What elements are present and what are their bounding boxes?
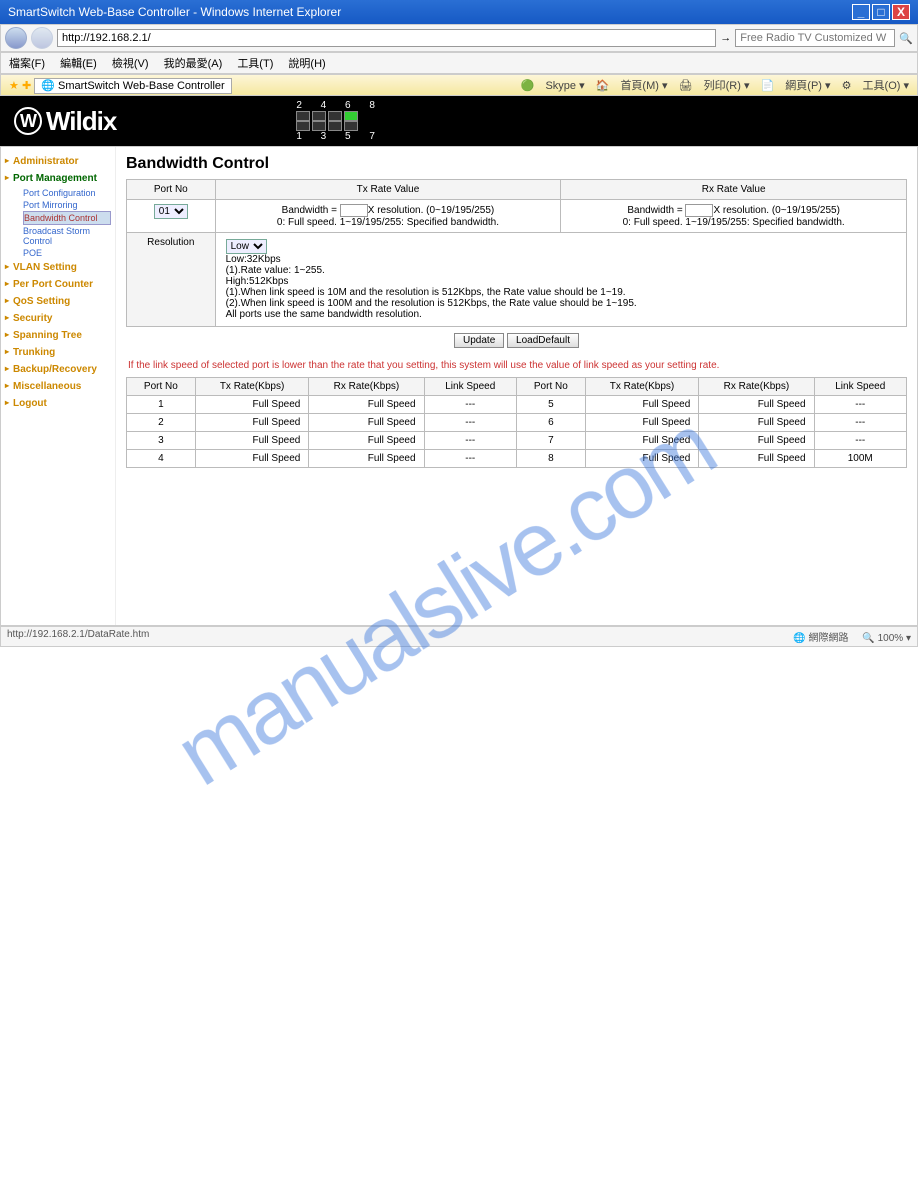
back-button[interactable] bbox=[5, 27, 27, 49]
forward-button[interactable] bbox=[31, 27, 53, 49]
page-button[interactable]: 📄 網頁(P) ▾ bbox=[761, 80, 831, 92]
logo: WWildix bbox=[14, 106, 116, 137]
th-port: Port No bbox=[127, 180, 216, 200]
menu-help[interactable]: 說明(H) bbox=[288, 58, 325, 70]
menu-edit[interactable]: 編輯(E) bbox=[60, 58, 97, 70]
page-title: Bandwidth Control bbox=[126, 155, 907, 173]
minimize-button[interactable]: _ bbox=[852, 4, 870, 20]
menu-tools[interactable]: 工具(T) bbox=[237, 58, 273, 70]
th-rx: Rx Rate Value bbox=[561, 180, 907, 200]
table-row: 2 bbox=[127, 414, 196, 432]
control-table: Port No Tx Rate Value Rx Rate Value 01 B… bbox=[126, 179, 907, 354]
sidebar-item-logout[interactable]: Logout bbox=[5, 395, 111, 412]
sidebar-item-qos[interactable]: QoS Setting bbox=[5, 293, 111, 310]
url-input[interactable] bbox=[57, 29, 716, 47]
rx-cell: Bandwidth = X resolution. (0~19/195/255)… bbox=[561, 200, 907, 233]
update-button[interactable]: Update bbox=[454, 333, 504, 348]
window-titlebar: SmartSwitch Web-Base Controller - Window… bbox=[0, 0, 918, 24]
sidebar-item-trunk[interactable]: Trunking bbox=[5, 344, 111, 361]
tx-cell: Bandwidth = X resolution. (0~19/195/255)… bbox=[215, 200, 561, 233]
resolution-select[interactable]: Low bbox=[226, 239, 267, 254]
browser-tab[interactable]: 🌐 SmartSwitch Web-Base Controller bbox=[34, 78, 231, 94]
sidebar: Administrator Port Management Port Confi… bbox=[1, 147, 116, 625]
th-tx: Tx Rate Value bbox=[215, 180, 561, 200]
print-button[interactable]: 🖨 列印(R) ▾ bbox=[679, 80, 750, 92]
toolbar-right: 🟢 Skype ▾ 🏠 首頁(M) ▾ 🖨 列印(R) ▾ 📄 網頁(P) ▾ … bbox=[513, 77, 909, 93]
zone-icon: 🌐 bbox=[793, 633, 805, 644]
main-content: Bandwidth Control Port No Tx Rate Value … bbox=[116, 147, 917, 625]
sidebar-item-poe[interactable]: POE bbox=[23, 247, 111, 259]
skype-button[interactable]: 🟢 Skype ▾ bbox=[521, 80, 585, 92]
fav-icon[interactable]: ★ bbox=[9, 80, 19, 92]
menu-file[interactable]: 檔案(F) bbox=[9, 58, 45, 70]
go-icon[interactable]: → bbox=[720, 32, 731, 44]
loaddefault-button[interactable]: LoadDefault bbox=[507, 333, 579, 348]
menu-bar: 檔案(F) 編輯(E) 檢視(V) 我的最愛(A) 工具(T) 說明(H) bbox=[0, 52, 918, 74]
search-icon[interactable]: 🔍 bbox=[899, 32, 913, 45]
close-button[interactable]: X bbox=[892, 4, 910, 20]
tab-bar: ★ ✚ 🌐 SmartSwitch Web-Base Controller 🟢 … bbox=[0, 74, 918, 96]
rx-rate-input[interactable] bbox=[685, 204, 713, 217]
warning-note: If the link speed of selected port is lo… bbox=[126, 354, 907, 377]
address-bar: → 🔍 bbox=[0, 24, 918, 52]
sidebar-item-broadcast[interactable]: Broadcast Storm Control bbox=[23, 225, 111, 247]
tools-button[interactable]: ⚙ 工具(O) ▾ bbox=[842, 80, 909, 92]
sidebar-item-security[interactable]: Security bbox=[5, 310, 111, 327]
sidebar-item-portconfig[interactable]: Port Configuration bbox=[23, 187, 111, 199]
add-fav-icon[interactable]: ✚ bbox=[22, 80, 31, 92]
table-row: 3 bbox=[127, 432, 196, 450]
tx-rate-input[interactable] bbox=[340, 204, 368, 217]
port-indicator: 2 4 6 8 1 3 5 7 bbox=[296, 100, 383, 142]
menu-view[interactable]: 檢視(V) bbox=[112, 58, 149, 70]
window-buttons: _ □ X bbox=[852, 4, 910, 20]
sidebar-item-counter[interactable]: Per Port Counter bbox=[5, 276, 111, 293]
table-row: 4 bbox=[127, 450, 196, 468]
port-nums-bot: 1 3 5 7 bbox=[296, 131, 383, 142]
sidebar-item-backup[interactable]: Backup/Recovery bbox=[5, 361, 111, 378]
menu-fav[interactable]: 我的最愛(A) bbox=[164, 58, 223, 70]
resolution-cell: Low Low:32Kbps (1).Rate value: 1~255. Hi… bbox=[215, 233, 906, 327]
sidebar-item-stp[interactable]: Spanning Tree bbox=[5, 327, 111, 344]
sidebar-item-misc[interactable]: Miscellaneous bbox=[5, 378, 111, 395]
sidebar-item-portmgmt[interactable]: Port Management bbox=[5, 170, 111, 187]
app-header: WWildix 2 4 6 8 1 3 5 7 bbox=[0, 96, 918, 146]
sidebar-item-admin[interactable]: Administrator bbox=[5, 153, 111, 170]
status-url: http://192.168.2.1/DataRate.htm bbox=[7, 629, 149, 644]
status-bar: http://192.168.2.1/DataRate.htm 🌐 網際網路 🔍… bbox=[0, 626, 918, 647]
table-row: 1 bbox=[127, 396, 196, 414]
rates-table: Port NoTx Rate(Kbps)Rx Rate(Kbps)Link Sp… bbox=[126, 377, 907, 468]
home-button[interactable]: 🏠 首頁(M) ▾ bbox=[596, 80, 668, 92]
th-resolution: Resolution bbox=[127, 233, 216, 327]
window-title: SmartSwitch Web-Base Controller - Window… bbox=[8, 5, 341, 19]
search-input[interactable] bbox=[735, 29, 895, 47]
maximize-button[interactable]: □ bbox=[872, 4, 890, 20]
resolution-text: Low:32Kbps (1).Rate value: 1~255. High:5… bbox=[226, 254, 637, 320]
sidebar-item-bandwidth[interactable]: Bandwidth Control bbox=[23, 211, 111, 225]
port-nums-top: 2 4 6 8 bbox=[296, 100, 383, 111]
sidebar-item-vlan[interactable]: VLAN Setting bbox=[5, 259, 111, 276]
port-select[interactable]: 01 bbox=[154, 204, 188, 219]
sidebar-item-portmirror[interactable]: Port Mirroring bbox=[23, 199, 111, 211]
zoom-level: 100% bbox=[878, 633, 904, 644]
